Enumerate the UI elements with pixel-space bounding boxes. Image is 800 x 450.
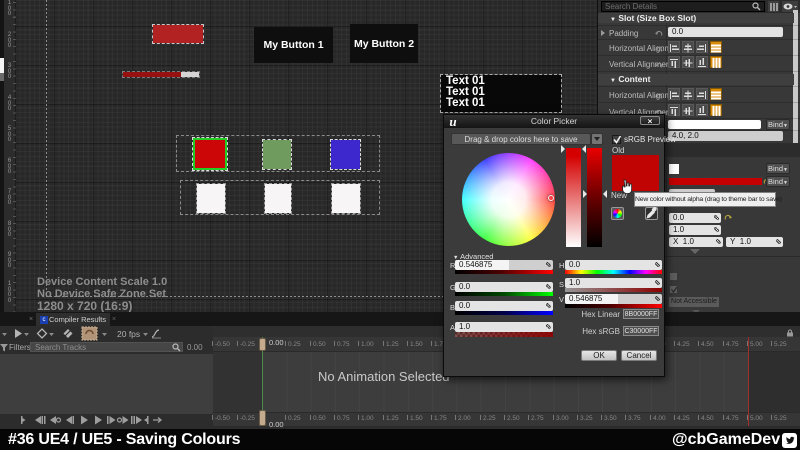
svg-text:20 fps: 20 fps [117, 329, 140, 339]
